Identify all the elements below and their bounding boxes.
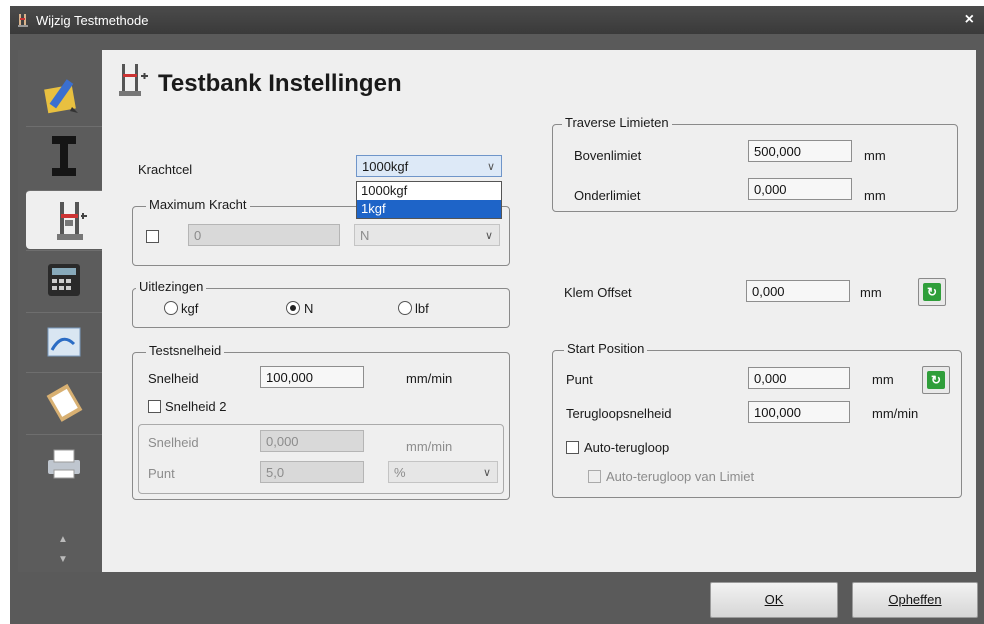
bovenlimiet-label: Bovenlimiet	[574, 148, 642, 163]
chevron-down-icon: ∨	[486, 161, 495, 173]
testsnelheid-legend: Testsnelheid	[146, 343, 225, 358]
snelheid-input[interactable]: 100,000	[260, 366, 364, 388]
klem-offset-input[interactable]: 0,000	[746, 280, 850, 302]
auto-terugloop-limiet-label: Auto-terugloop van Limiet	[606, 469, 755, 484]
radio-lbf-label: lbf	[415, 301, 429, 316]
max-kracht-unit-select[interactable]: N ∨	[354, 224, 500, 246]
krachtcel-option[interactable]: 1000kgf	[357, 182, 501, 200]
sidebar-item-print[interactable]	[26, 434, 102, 493]
onderlimiet-label: Onderlimiet	[574, 188, 641, 203]
max-kracht-input[interactable]: 0	[188, 224, 340, 246]
sub-snelheid-label: Snelheid	[148, 435, 199, 450]
content-panel: Testbank Instellingen Krachtcel Maximum …	[102, 50, 976, 572]
testbench-icon	[57, 202, 87, 240]
pencil-icon	[44, 79, 78, 114]
ok-button[interactable]: OK	[710, 582, 838, 618]
start-punt-unit: mm	[872, 372, 894, 387]
sub-snelheid-input[interactable]: 0,000	[260, 430, 364, 452]
refresh-icon: ↻	[923, 283, 941, 301]
refresh-icon: ↻	[927, 371, 945, 389]
uitlezingen-legend: Uitlezingen	[136, 279, 207, 294]
scroll-up-icon[interactable]: ▲	[58, 534, 68, 545]
printer-icon	[48, 449, 80, 479]
klem-offset-refresh-button[interactable]: ↻	[918, 278, 946, 306]
onderlimiet-unit: mm	[864, 188, 886, 203]
title-bar: Wijzig Testmethode ×	[10, 6, 984, 34]
snelheid-unit: mm/min	[406, 371, 453, 386]
auto-terugloop-limiet-checkbox[interactable]	[588, 470, 601, 483]
bovenlimiet-unit: mm	[864, 148, 886, 163]
start-position-legend: Start Position	[564, 341, 648, 356]
sub-snelheid-unit: mm/min	[406, 439, 453, 454]
punt-unit-select[interactable]: % ∨	[388, 461, 498, 483]
max-kracht-legend: Maximum Kracht	[146, 197, 250, 212]
traverse-legend: Traverse Limieten	[562, 115, 672, 130]
specimen-icon	[52, 136, 76, 176]
onderlimiet-input[interactable]: 0,000	[748, 178, 852, 200]
start-punt-input[interactable]: 0,000	[748, 367, 850, 389]
punt-label: Punt	[148, 466, 175, 481]
auto-terugloop-checkbox[interactable]	[566, 441, 579, 454]
sidebar-item-specimen[interactable]	[26, 126, 102, 185]
snelheid2-checkbox[interactable]	[148, 400, 161, 413]
punt-input[interactable]: 5,0	[260, 461, 364, 483]
graph-icon	[47, 327, 81, 357]
sidebar: ▲ ▼	[18, 50, 118, 572]
sidebar-item-general[interactable]	[26, 66, 102, 124]
close-icon[interactable]: ×	[965, 11, 974, 29]
start-punt-refresh-button[interactable]: ↻	[922, 366, 950, 394]
chevron-down-icon: ∨	[484, 230, 493, 242]
radio-n[interactable]	[286, 301, 300, 315]
klem-offset-unit: mm	[860, 285, 882, 300]
testbench-heading-icon	[119, 64, 148, 96]
start-punt-label: Punt	[566, 372, 593, 387]
page-title: Testbank Instellingen	[158, 70, 402, 97]
sidebar-item-graph[interactable]	[26, 312, 102, 371]
klem-offset-label: Klem Offset	[564, 285, 632, 300]
max-kracht-unit-value: N	[360, 228, 370, 243]
testbench-icon	[18, 14, 28, 27]
krachtcel-selected-value: 1000kgf	[362, 159, 409, 174]
sidebar-item-report[interactable]	[26, 372, 102, 431]
calculator-icon	[48, 264, 80, 296]
radio-lbf[interactable]	[398, 301, 412, 315]
window-title: Wijzig Testmethode	[36, 13, 149, 28]
button-bar: OK Opheffen	[10, 574, 984, 624]
scroll-down-icon[interactable]: ▼	[58, 554, 68, 565]
krachtcel-select[interactable]: 1000kgf ∨	[356, 155, 502, 177]
terugloopsnelheid-unit: mm/min	[872, 406, 919, 421]
cancel-button[interactable]: Opheffen	[852, 582, 978, 618]
radio-kgf[interactable]	[164, 301, 178, 315]
bovenlimiet-input[interactable]: 500,000	[748, 140, 852, 162]
punt-unit-value: %	[394, 465, 406, 480]
snelheid-label: Snelheid	[148, 371, 199, 386]
radio-kgf-label: kgf	[181, 301, 199, 316]
krachtcel-dropdown: 1000kgf 1kgf	[356, 181, 502, 219]
radio-n-label: N	[304, 301, 314, 316]
clipboard-icon	[46, 383, 83, 422]
terugloopsnelheid-input[interactable]: 100,000	[748, 401, 850, 423]
chevron-down-icon: ∨	[482, 467, 491, 479]
max-kracht-checkbox[interactable]	[146, 230, 159, 243]
snelheid2-label: Snelheid 2	[165, 399, 227, 414]
krachtcel-option-highlighted[interactable]: 1kgf	[357, 200, 501, 218]
terugloopsnelheid-label: Terugloopsnelheid	[566, 406, 672, 421]
auto-terugloop-label: Auto-terugloop	[584, 440, 670, 455]
krachtcel-label: Krachtcel	[138, 162, 193, 177]
sidebar-item-calculator[interactable]	[26, 250, 102, 309]
